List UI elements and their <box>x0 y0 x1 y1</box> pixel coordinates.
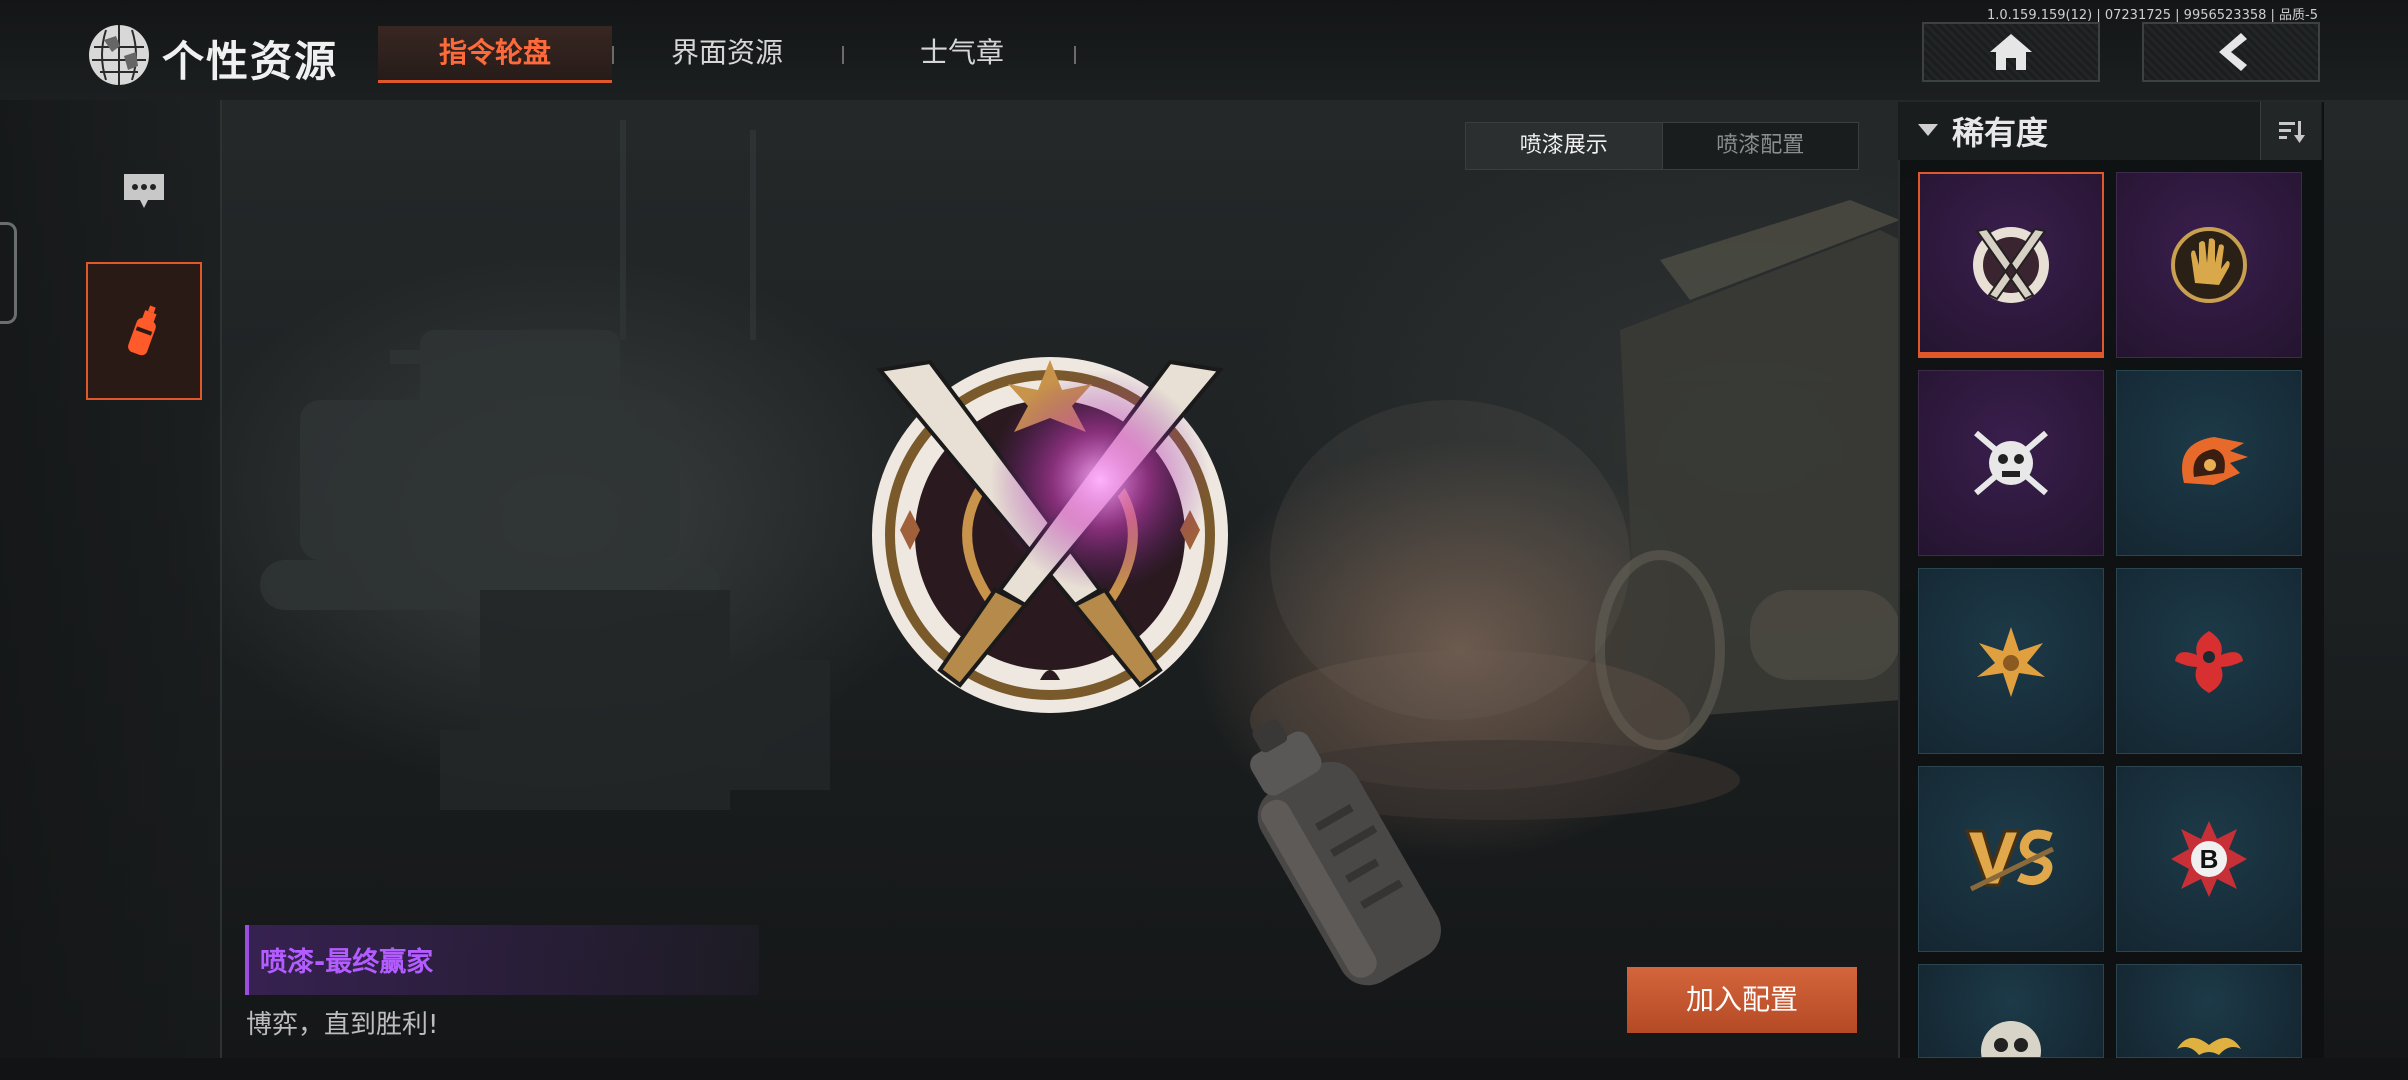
tab-divider <box>612 46 614 64</box>
sort-button[interactable] <box>2260 102 2321 160</box>
spray-item-crossed-knives[interactable] <box>1918 172 2104 358</box>
tab-command-wheel[interactable]: 指令轮盘 <box>378 26 612 83</box>
sort-icon <box>2279 121 2305 143</box>
tab-divider <box>1074 46 1076 64</box>
version-info: 1.0.159.159(12) | 07231725 | 9956523358 … <box>1986 8 2318 23</box>
vs-emblem-icon <box>1964 829 2055 892</box>
globe-logo-icon <box>89 25 149 85</box>
skull-badge-emblem-icon <box>1981 1021 2041 1057</box>
spray-item-bomb-b[interactable]: B <box>2116 766 2302 952</box>
sidebar-item-spray[interactable] <box>86 262 202 400</box>
view-toggle: 喷漆展示 喷漆配置 <box>1465 122 1859 170</box>
bottom-edge <box>0 1058 2408 1080</box>
toggle-spray-config[interactable]: 喷漆配置 <box>1661 123 1859 169</box>
spray-item-skull-badge[interactable] <box>1918 964 2104 1058</box>
home-button[interactable] <box>1922 22 2100 82</box>
item-description: 博弈，直到胜利! <box>246 1010 439 1040</box>
golden-leaf-emblem-icon <box>1977 627 2045 697</box>
tab-interface-resources[interactable]: 界面资源 <box>620 26 834 80</box>
spray-can-icon <box>128 305 157 356</box>
red-phoenix-emblem-icon <box>2175 631 2243 693</box>
rarity-title: 稀有度 <box>1952 114 2049 152</box>
item-name: 喷漆-最终赢家 <box>260 947 434 978</box>
tab-divider <box>842 46 844 64</box>
spray-can-image <box>1250 719 1441 986</box>
bomb-b-emblem-icon: B <box>2171 821 2247 897</box>
tab-morale-badge[interactable]: 士气章 <box>850 26 1074 80</box>
spray-item-vs[interactable] <box>1918 766 2104 952</box>
hand-print-emblem-icon <box>2171 227 2247 303</box>
spray-item-golden-leaf[interactable] <box>1918 568 2104 754</box>
chevron-down-icon[interactable] <box>1918 124 1938 136</box>
top-bar: 个性资源 指令轮盘 界面资源 士气章 1.0.159.159(12) | 072… <box>0 0 2408 100</box>
chat-bubble-icon <box>124 174 164 208</box>
back-arrow-icon <box>2219 33 2247 71</box>
spray-emblem-preview <box>872 357 1228 713</box>
add-to-config-button[interactable]: 加入配置 <box>1627 967 1857 1033</box>
bulldog-skull-emblem-icon <box>1974 430 2048 496</box>
spray-item-gold-mustache[interactable] <box>2116 964 2302 1058</box>
gold-mustache-emblem-icon <box>2177 1037 2241 1055</box>
spray-item-flaming-helmet[interactable] <box>2116 370 2302 556</box>
sidebar-item-chat[interactable] <box>86 122 202 260</box>
flaming-helmet-emblem-icon <box>2182 437 2248 485</box>
page-title: 个性资源 <box>162 37 339 86</box>
side-drawer-handle[interactable] <box>0 222 17 324</box>
svg-text:B: B <box>2200 844 2219 874</box>
spray-item-hand-print[interactable] <box>2116 172 2302 358</box>
spray-item-bulldog-skull[interactable] <box>1918 370 2104 556</box>
toggle-spray-display[interactable]: 喷漆展示 <box>1466 123 1662 169</box>
home-icon <box>1990 34 2032 70</box>
back-button[interactable] <box>2142 22 2320 82</box>
crossed-knives-emblem-icon <box>1973 227 2049 303</box>
spray-item-red-phoenix[interactable] <box>2116 568 2302 754</box>
